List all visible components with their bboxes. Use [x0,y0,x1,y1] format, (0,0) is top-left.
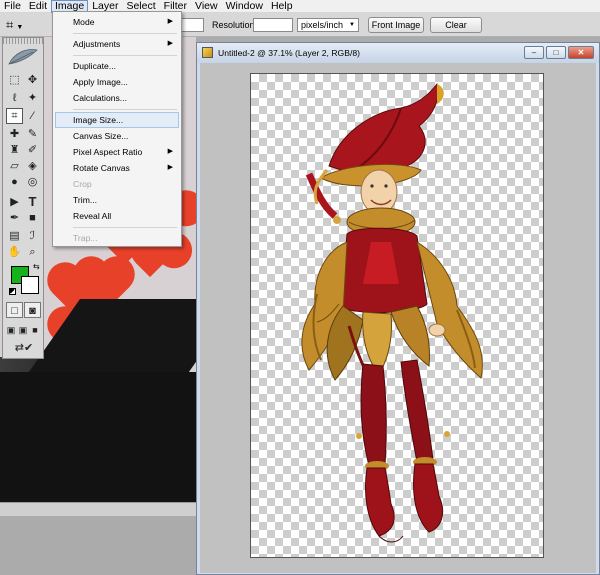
magic-wand-icon[interactable]: ✦ [24,90,41,106]
chevron-down-icon: ▼ [349,22,355,28]
image-canvas[interactable] [250,73,544,558]
eyedropper-icon[interactable]: ℐ [24,228,41,244]
slice-icon[interactable]: ⁄ [24,108,41,124]
submenu-arrow-icon: ▶ [167,148,173,155]
menu-item-label: Adjustments [73,39,121,49]
menu-edit[interactable]: Edit [25,0,51,13]
image-menu-dropdown: Mode ▶ Adjustments ▶ Duplicate... Apply Im… [52,11,182,247]
document-title: Untitled-2 @ 37.1% (Layer 2, RGB/8) [218,48,360,58]
menu-window[interactable]: Window [222,0,267,13]
quick-mask-icon[interactable]: ◙ [24,302,41,318]
menu-file[interactable]: File [0,0,25,13]
menu-item-rotate-canvas[interactable]: Rotate Canvas ▶ [55,160,179,176]
marquee-icon[interactable]: ⬚ [6,72,23,88]
menu-item-label: Mode [73,17,95,27]
screen-mode-full-icon[interactable]: ■ [29,322,41,338]
jump-to-imageready-icon[interactable]: ⇄✔ [11,340,37,356]
menu-item-duplicate[interactable]: Duplicate... [55,58,179,74]
menu-item-image-size[interactable]: Image Size... [55,112,179,128]
minimize-button[interactable]: – [524,46,544,59]
menu-item-label: Pixel Aspect Ratio [73,147,143,157]
menu-item-trim[interactable]: Trim... [55,192,179,208]
menu-separator [73,55,177,56]
brush-icon[interactable]: ✎ [24,126,41,142]
path-selection-icon[interactable]: ▶ [6,194,23,210]
photo-dark-area [0,372,196,502]
clone-stamp-icon[interactable]: ♜ [6,142,23,158]
document-window: Untitled-2 @ 37.1% (Layer 2, RGB/8) – □ … [196,42,600,575]
menu-view[interactable]: View [191,0,222,13]
submenu-arrow-icon: ▶ [167,18,173,25]
lasso-icon[interactable]: ℓ [6,90,23,106]
paint-bucket-icon[interactable]: ◈ [24,158,41,174]
close-button[interactable]: ✕ [568,46,594,59]
menu-item-apply-image[interactable]: Apply Image... [55,74,179,90]
toolbox-grip[interactable] [3,38,43,44]
resolution-label: Resolution: [212,20,258,30]
toolbox: ⬚ ✥ ℓ ✦ ⌗ ⁄ ✚ ✎ ♜ ✐ ▱ ◈ ● ◎ ▶ T ✒ ■ ▤ ℐ … [2,37,44,359]
feather-icon[interactable] [7,46,39,68]
document-icon [202,47,213,58]
heart-shape [135,248,165,278]
menu-item-mode[interactable]: Mode ▶ [55,14,179,30]
submenu-arrow-icon: ▶ [167,40,173,47]
menu-item-canvas-size[interactable]: Canvas Size... [55,128,179,144]
crop-icon: ⌗ [6,17,14,32]
eraser-icon[interactable]: ▱ [6,158,23,174]
background-document-scrollbar[interactable] [0,502,196,516]
zoom-icon[interactable]: ⌕ [24,244,41,260]
default-colors-icon[interactable] [9,288,16,295]
menu-item-adjustments[interactable]: Adjustments ▶ [55,36,179,52]
document-canvas-area[interactable] [200,63,596,573]
menu-help[interactable]: Help [267,0,297,13]
menu-separator [73,33,177,34]
menu-separator [73,109,177,110]
screen-mode-full-menu-icon[interactable]: ▣ [17,322,29,338]
hand-icon[interactable]: ✋ [6,244,23,260]
menu-item-label: Rotate Canvas [73,163,130,173]
history-brush-icon[interactable]: ✐ [24,142,41,158]
crop-icon[interactable]: ⌗ [6,108,23,124]
resolution-input[interactable] [253,18,293,32]
menu-item-crop: Crop [73,179,92,189]
resolution-units-select[interactable]: pixels/inch ▼ [297,18,359,32]
minimize-icon: – [531,48,537,57]
maximize-button[interactable]: □ [546,46,566,59]
crop-tool-preset-picker[interactable]: ⌗ ▼ [6,17,40,33]
menu-item-reveal-all[interactable]: Reveal All [55,208,179,224]
maximize-icon: □ [553,48,559,57]
pen-icon[interactable]: ✒ [6,210,23,226]
chevron-down-icon: ▼ [16,24,24,31]
standard-mode-icon[interactable]: □ [6,302,23,318]
healing-brush-icon[interactable]: ✚ [6,126,23,142]
front-image-button[interactable]: Front Image [368,17,424,33]
close-icon: ✕ [577,48,585,57]
submenu-arrow-icon: ▶ [167,164,173,171]
menu-separator [73,227,177,228]
notes-icon[interactable]: ▤ [6,228,23,244]
shape-icon[interactable]: ■ [24,210,41,226]
screen-mode-standard-icon[interactable]: ▣ [5,322,17,338]
menu-item-calculations[interactable]: Calculations... [55,90,179,106]
resolution-units-value: pixels/inch [301,20,344,30]
menu-item-pixel-aspect-ratio[interactable]: Pixel Aspect Ratio ▶ [55,144,179,160]
type-icon[interactable]: T [24,194,41,210]
move-icon[interactable]: ✥ [24,72,41,88]
blur-icon[interactable]: ● [6,174,23,190]
document-title-bar[interactable]: Untitled-2 @ 37.1% (Layer 2, RGB/8) – □ … [197,43,599,63]
dodge-icon[interactable]: ◎ [24,174,41,190]
swap-colors-icon[interactable]: ⇆ [33,262,40,271]
clear-button[interactable]: Clear [430,17,482,33]
background-color-swatch[interactable] [21,276,39,294]
jester-doll-image [301,82,483,543]
menu-item-trap: Trap... [73,233,98,243]
